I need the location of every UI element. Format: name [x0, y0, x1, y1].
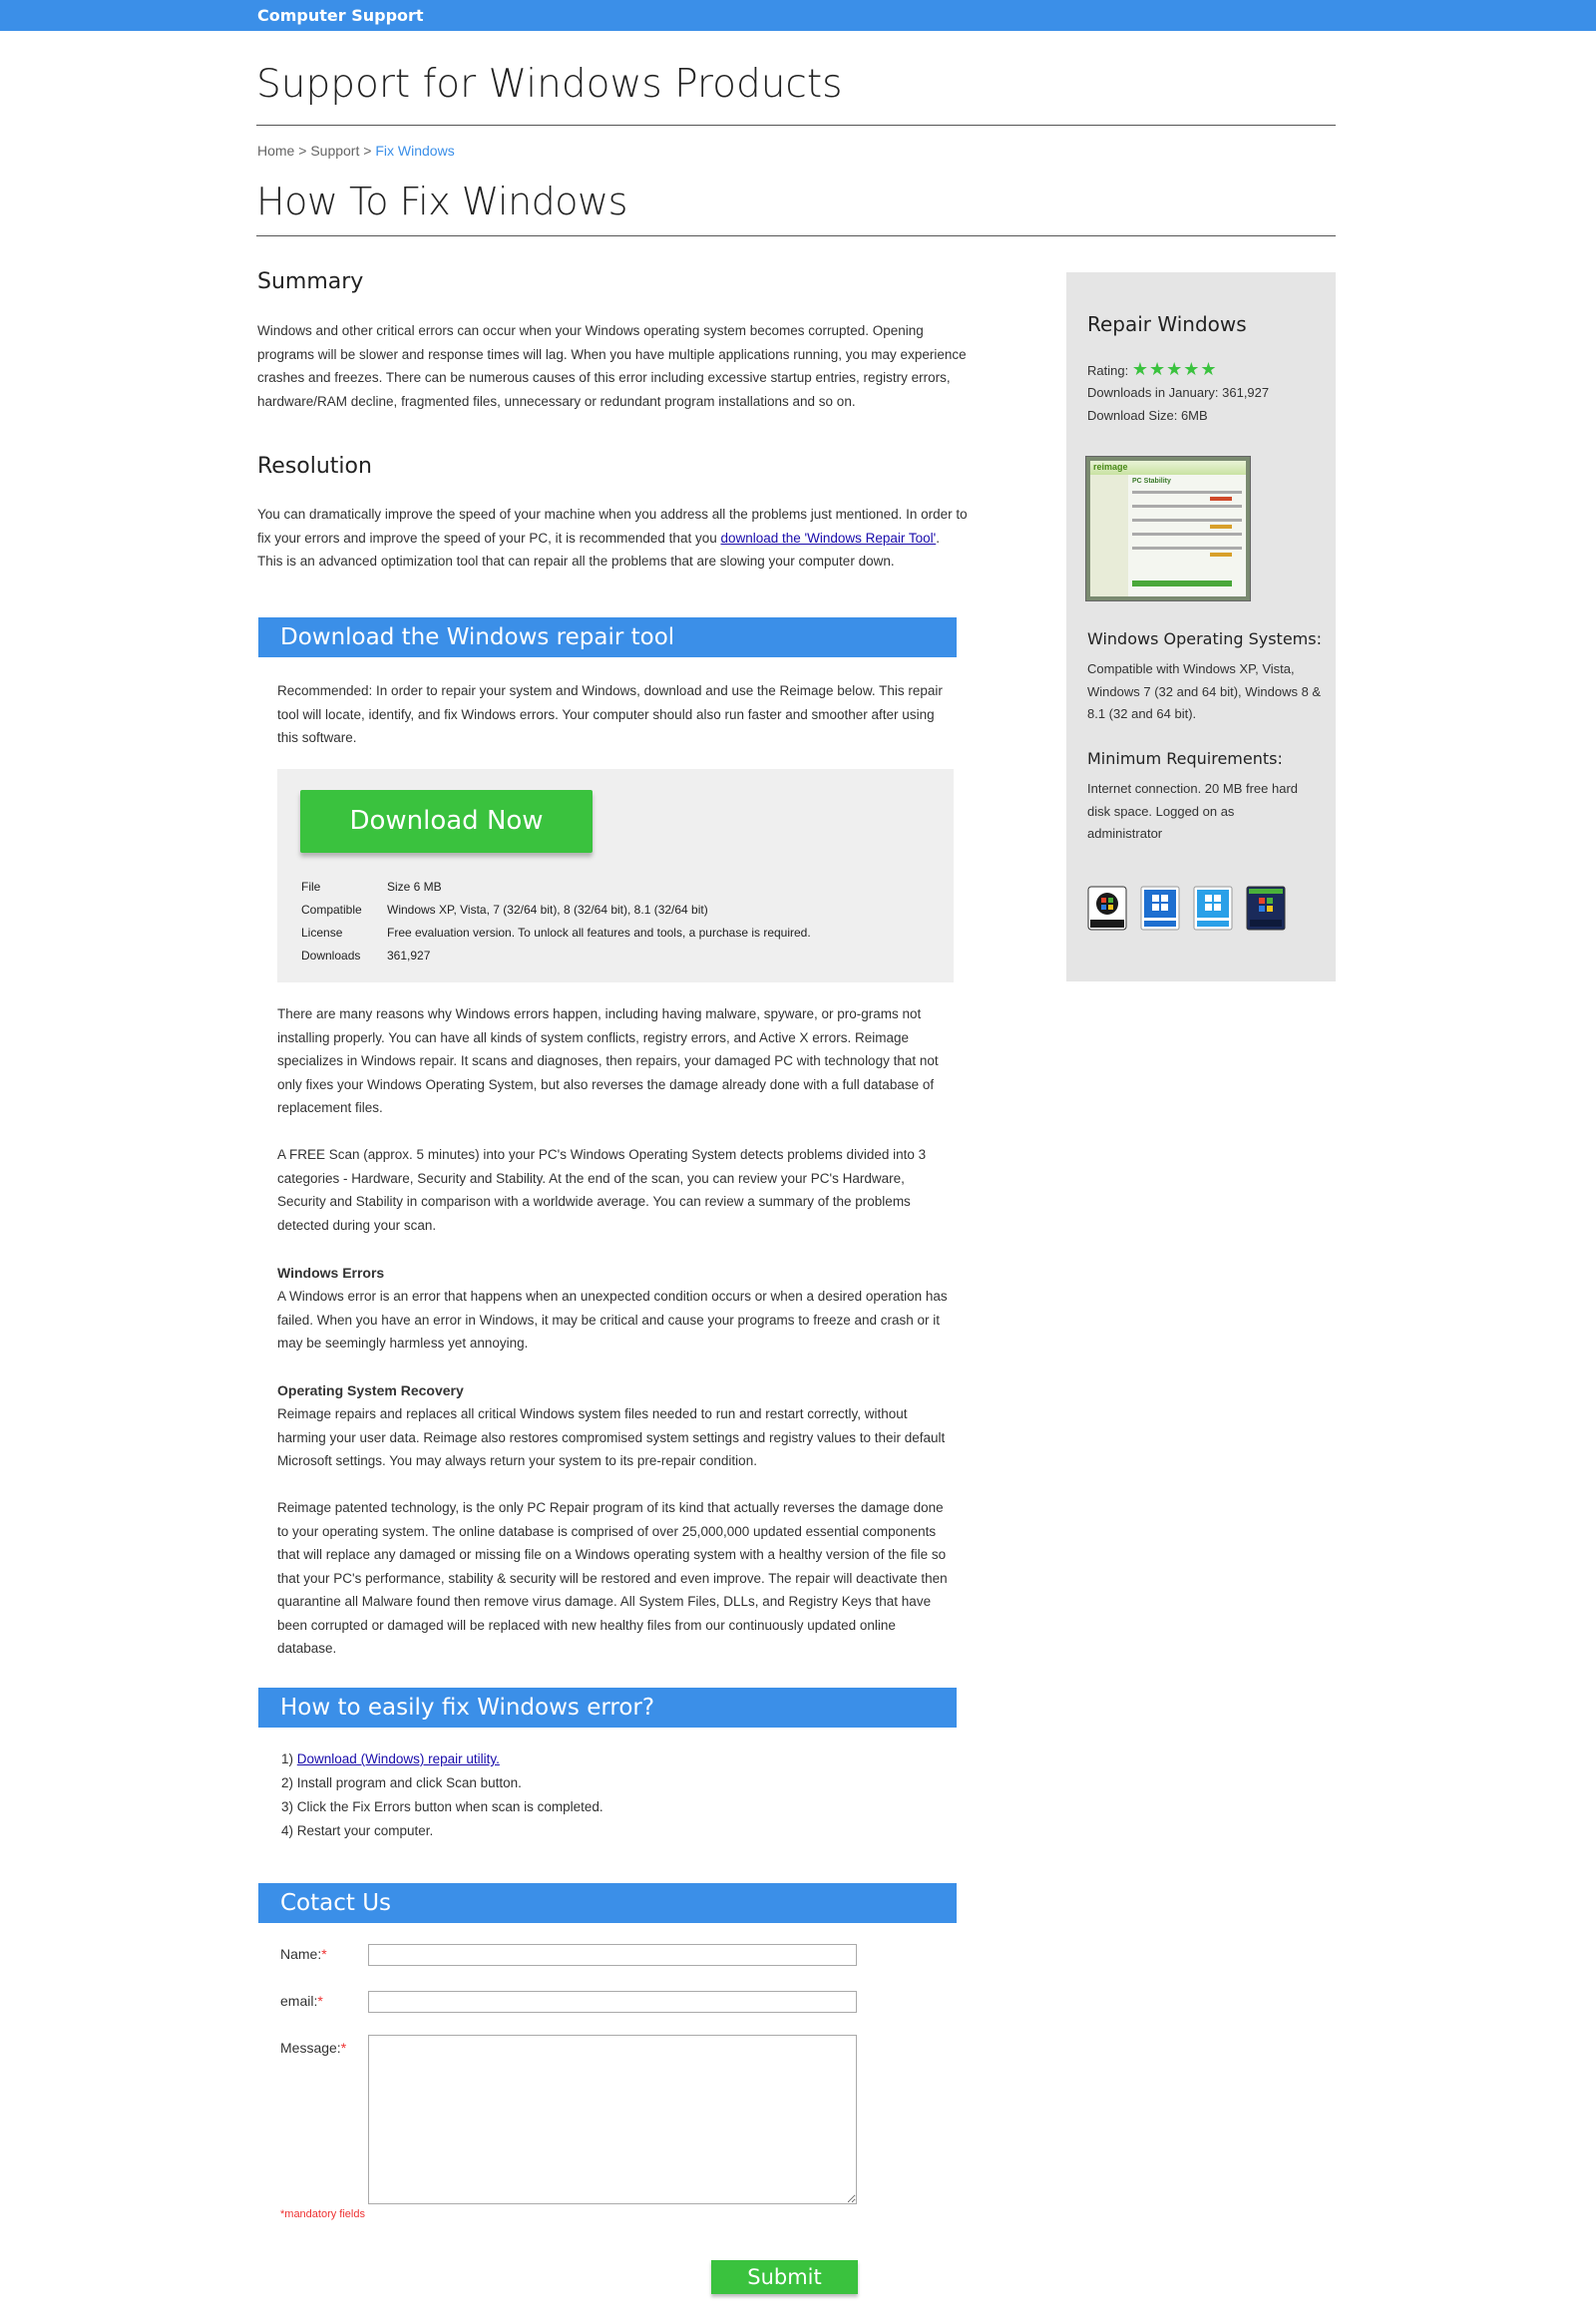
- os-text: Compatible with Windows XP, Vista, Windo…: [1087, 661, 1322, 721]
- recommended-text: Recommended: In order to repair your sys…: [277, 683, 943, 745]
- screenshot-line: [1132, 547, 1242, 550]
- requirements-text: Internet connection. 20 MB free hard dis…: [1087, 781, 1299, 841]
- screenshot-line: [1132, 505, 1242, 508]
- spec-compatible: Compatible Windows XP, Vista, 7 (32/64 bi…: [301, 903, 708, 917]
- breadcrumb-support[interactable]: Support: [310, 143, 359, 159]
- email-label-text: email:: [280, 1993, 318, 2009]
- downloads-count: Downloads in January: 361,927: [1087, 385, 1270, 400]
- download-now-button[interactable]: Download Now: [300, 790, 593, 853]
- spec-key: License: [301, 926, 343, 940]
- recovery-heading: Operating System Recovery: [277, 1382, 464, 1398]
- screenshot-heading: PC Stability: [1132, 478, 1171, 485]
- body-paragraph: There are many reasons why Windows error…: [277, 1006, 939, 1115]
- summary-title: Summary: [257, 269, 364, 294]
- resolution-title: Resolution: [257, 454, 372, 479]
- screenshot-sidebar: [1090, 475, 1128, 596]
- step-number: 1): [281, 1751, 294, 1766]
- screenshot-line: [1132, 519, 1242, 522]
- name-label-text: Name:: [280, 1946, 322, 1962]
- rating-stars: ★★★★★: [1131, 359, 1218, 379]
- howto-header: How to easily fix Windows error?: [258, 1688, 957, 1728]
- page-title: Support for Windows Products: [256, 62, 843, 107]
- windows-errors-heading: Windows Errors: [277, 1265, 385, 1281]
- download-utility-link[interactable]: Download (Windows) repair utility.: [297, 1751, 500, 1766]
- message-label: Message:*: [280, 2040, 346, 2056]
- windows-vista-icon: [1087, 886, 1127, 931]
- required-mark: *: [321, 1946, 327, 1962]
- top-bar: Computer Support: [0, 0, 1596, 31]
- screenshot-titlebar: reimage: [1090, 461, 1246, 475]
- howto-step-4: 4) Restart your computer.: [281, 1823, 434, 1838]
- howto-step-3: 3) Click the Fix Errors button when scan…: [281, 1799, 603, 1814]
- spec-key: Downloads: [301, 949, 361, 963]
- body-paragraph: Reimage patented technology, is the only…: [277, 1500, 948, 1656]
- breadcrumb: Home > Support > Fix Windows: [257, 143, 455, 159]
- brand-link[interactable]: Computer Support: [257, 6, 424, 25]
- spec-value: 361,927: [387, 949, 431, 963]
- title-divider: [256, 125, 1336, 126]
- required-mark: *: [317, 1993, 323, 2009]
- requirements-title: Minimum Requirements:: [1087, 749, 1283, 768]
- howto-step-2: 2) Install program and click Scan button…: [281, 1775, 522, 1790]
- product-screenshot[interactable]: reimage PC Stability: [1085, 456, 1251, 601]
- status-bar-icon: [1210, 525, 1232, 529]
- breadcrumb-separator: >: [363, 143, 372, 159]
- screenshot-line: [1132, 533, 1242, 536]
- reimage-logo: reimage: [1093, 462, 1128, 472]
- windows-8-icon: [1140, 886, 1180, 931]
- download-section-header: Download the Windows repair tool: [258, 617, 957, 657]
- headline-divider: [256, 235, 1336, 236]
- spec-value: Free evaluation version. To unlock all f…: [387, 926, 811, 940]
- rating: Rating: ★★★★★: [1087, 358, 1218, 383]
- sidebar: Repair Windows Rating: ★★★★★ Downloads i…: [1066, 272, 1336, 981]
- windows-8-1-icon: [1193, 886, 1233, 931]
- spec-license: License Free evaluation version. To unloc…: [301, 926, 811, 940]
- mandatory-note: *mandatory fields: [280, 2208, 365, 2220]
- sidebar-title: Repair Windows: [1087, 312, 1247, 336]
- status-bar-icon: [1210, 497, 1232, 501]
- breadcrumb-current[interactable]: Fix Windows: [375, 143, 454, 159]
- spec-key: File: [301, 880, 321, 894]
- status-bar-icon: [1210, 553, 1232, 557]
- screenshot-button: [1132, 580, 1232, 586]
- windows-7-icon: [1246, 886, 1286, 931]
- breadcrumb-home[interactable]: Home: [257, 143, 294, 159]
- download-box: Download Now File Size 6 MB Compatible Win…: [277, 769, 954, 982]
- spec-file: File Size 6 MB: [301, 880, 442, 894]
- email-label: email:*: [280, 1993, 323, 2009]
- spec-value: Windows XP, Vista, 7 (32/64 bit), 8 (32/…: [387, 903, 708, 917]
- howto-step-1: 1) Download (Windows) repair utility.: [281, 1747, 958, 1771]
- screenshot-window: reimage PC Stability: [1090, 461, 1246, 596]
- name-field[interactable]: [368, 1944, 857, 1966]
- headline: How To Fix Windows: [256, 180, 627, 223]
- os-title: Windows Operating Systems:: [1087, 629, 1322, 648]
- email-field[interactable]: [368, 1991, 857, 2013]
- contact-header: Cotact Us: [258, 1883, 957, 1923]
- rating-label: Rating:: [1087, 363, 1129, 378]
- download-repair-tool-link[interactable]: download the 'Windows Repair Tool': [720, 531, 936, 546]
- breadcrumb-separator: >: [298, 143, 307, 159]
- summary-text: Windows and other critical errors can oc…: [257, 323, 967, 409]
- name-label: Name:*: [280, 1946, 327, 1962]
- message-field[interactable]: [368, 2035, 857, 2204]
- download-size: Download Size: 6MB: [1087, 408, 1208, 423]
- body-paragraph: Reimage repairs and replaces all critica…: [277, 1406, 946, 1468]
- message-label-text: Message:: [280, 2040, 341, 2056]
- spec-key: Compatible: [301, 903, 362, 917]
- screenshot-line: [1132, 491, 1242, 494]
- body-paragraph: A FREE Scan (approx. 5 minutes) into you…: [277, 1147, 927, 1233]
- spec-value: Size 6 MB: [387, 880, 442, 894]
- spec-downloads: Downloads 361,927: [301, 949, 430, 963]
- resolution-text: You can dramatically improve the speed o…: [257, 503, 968, 574]
- submit-button[interactable]: Submit: [711, 2260, 858, 2294]
- body-paragraph: A Windows error is an error that happens…: [277, 1289, 948, 1351]
- required-mark: *: [340, 2040, 347, 2056]
